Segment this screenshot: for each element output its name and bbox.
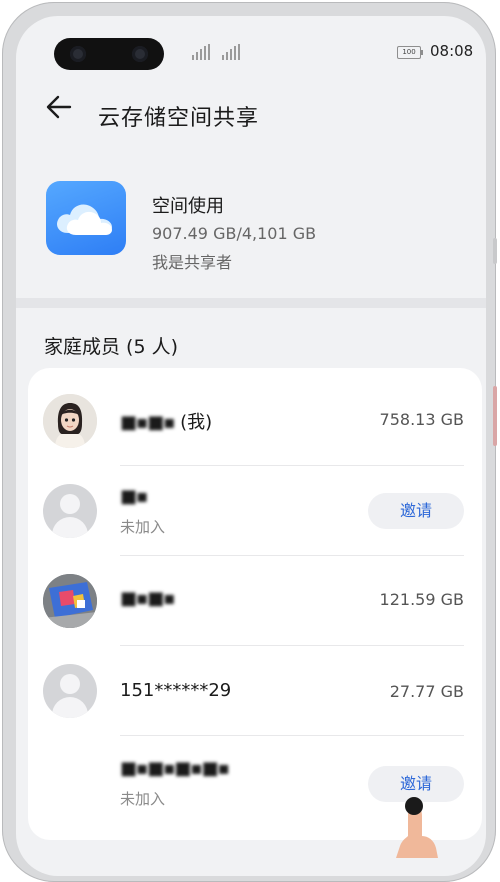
camera-lens-icon bbox=[70, 46, 86, 62]
member-status: 未加入 bbox=[120, 790, 166, 808]
member-avatar bbox=[43, 574, 97, 628]
member-storage: 121.59 GB bbox=[379, 590, 464, 609]
member-status: 未加入 bbox=[120, 518, 166, 536]
member-name: ■▪■▪ (我) bbox=[120, 408, 212, 434]
signal-icon bbox=[222, 44, 240, 60]
family-section-title: 家庭成员 (5 人) bbox=[44, 336, 178, 358]
page-title: 云存储空间共享 bbox=[98, 106, 260, 131]
screen: 100 08:08 云存储空间共享 空间使用 907.49 GB/4,101 G… bbox=[16, 16, 486, 876]
photo-avatar-icon bbox=[43, 574, 97, 628]
member-name: ■▪ bbox=[120, 486, 148, 507]
section-divider bbox=[16, 298, 486, 308]
power-button bbox=[493, 386, 497, 446]
member-row[interactable]: ■▪■▪ 121.59 GB bbox=[28, 556, 482, 646]
member-name: ■▪■▪ bbox=[120, 588, 175, 609]
battery-icon: 100 bbox=[397, 46, 423, 59]
girl-avatar-icon bbox=[43, 394, 97, 448]
member-row[interactable]: 151******29 27.77 GB bbox=[28, 646, 482, 736]
tap-finger-icon bbox=[396, 797, 438, 858]
member-row[interactable]: ■▪■▪ (我) 758.13 GB bbox=[28, 376, 482, 466]
volume-button bbox=[493, 238, 497, 264]
family-members-card: ■▪■▪ (我) 758.13 GB ■▪ 未加入 邀请 ■▪■▪ 121.59… bbox=[28, 368, 482, 840]
invite-button[interactable]: 邀请 bbox=[368, 493, 464, 529]
status-time: 08:08 bbox=[430, 42, 474, 60]
phone-frame: 100 08:08 云存储空间共享 空间使用 907.49 GB/4,101 G… bbox=[2, 2, 497, 882]
member-storage: 27.77 GB bbox=[389, 682, 464, 701]
signal-icon bbox=[192, 44, 210, 60]
member-row[interactable]: ■▪ 未加入 邀请 bbox=[28, 466, 482, 556]
camera-lens-icon bbox=[132, 46, 148, 62]
cloud-icon bbox=[57, 204, 112, 235]
member-name: 151******29 bbox=[120, 680, 232, 701]
member-name: ■▪■▪■▪■▪ bbox=[120, 758, 230, 779]
default-avatar-icon bbox=[43, 664, 97, 718]
member-name-masked: ■▪■▪ bbox=[120, 412, 175, 433]
member-avatar bbox=[43, 394, 97, 448]
back-arrow-icon[interactable] bbox=[44, 92, 74, 122]
self-tag: (我) bbox=[180, 412, 213, 433]
member-storage: 758.13 GB bbox=[379, 410, 464, 429]
storage-role: 我是共享者 bbox=[152, 253, 233, 272]
default-avatar-icon bbox=[43, 484, 97, 538]
storage-usage: 907.49 GB/4,101 GB bbox=[152, 224, 317, 243]
cloud-storage-app-icon bbox=[46, 181, 126, 255]
front-camera bbox=[54, 38, 164, 70]
storage-title: 空间使用 bbox=[152, 196, 224, 217]
